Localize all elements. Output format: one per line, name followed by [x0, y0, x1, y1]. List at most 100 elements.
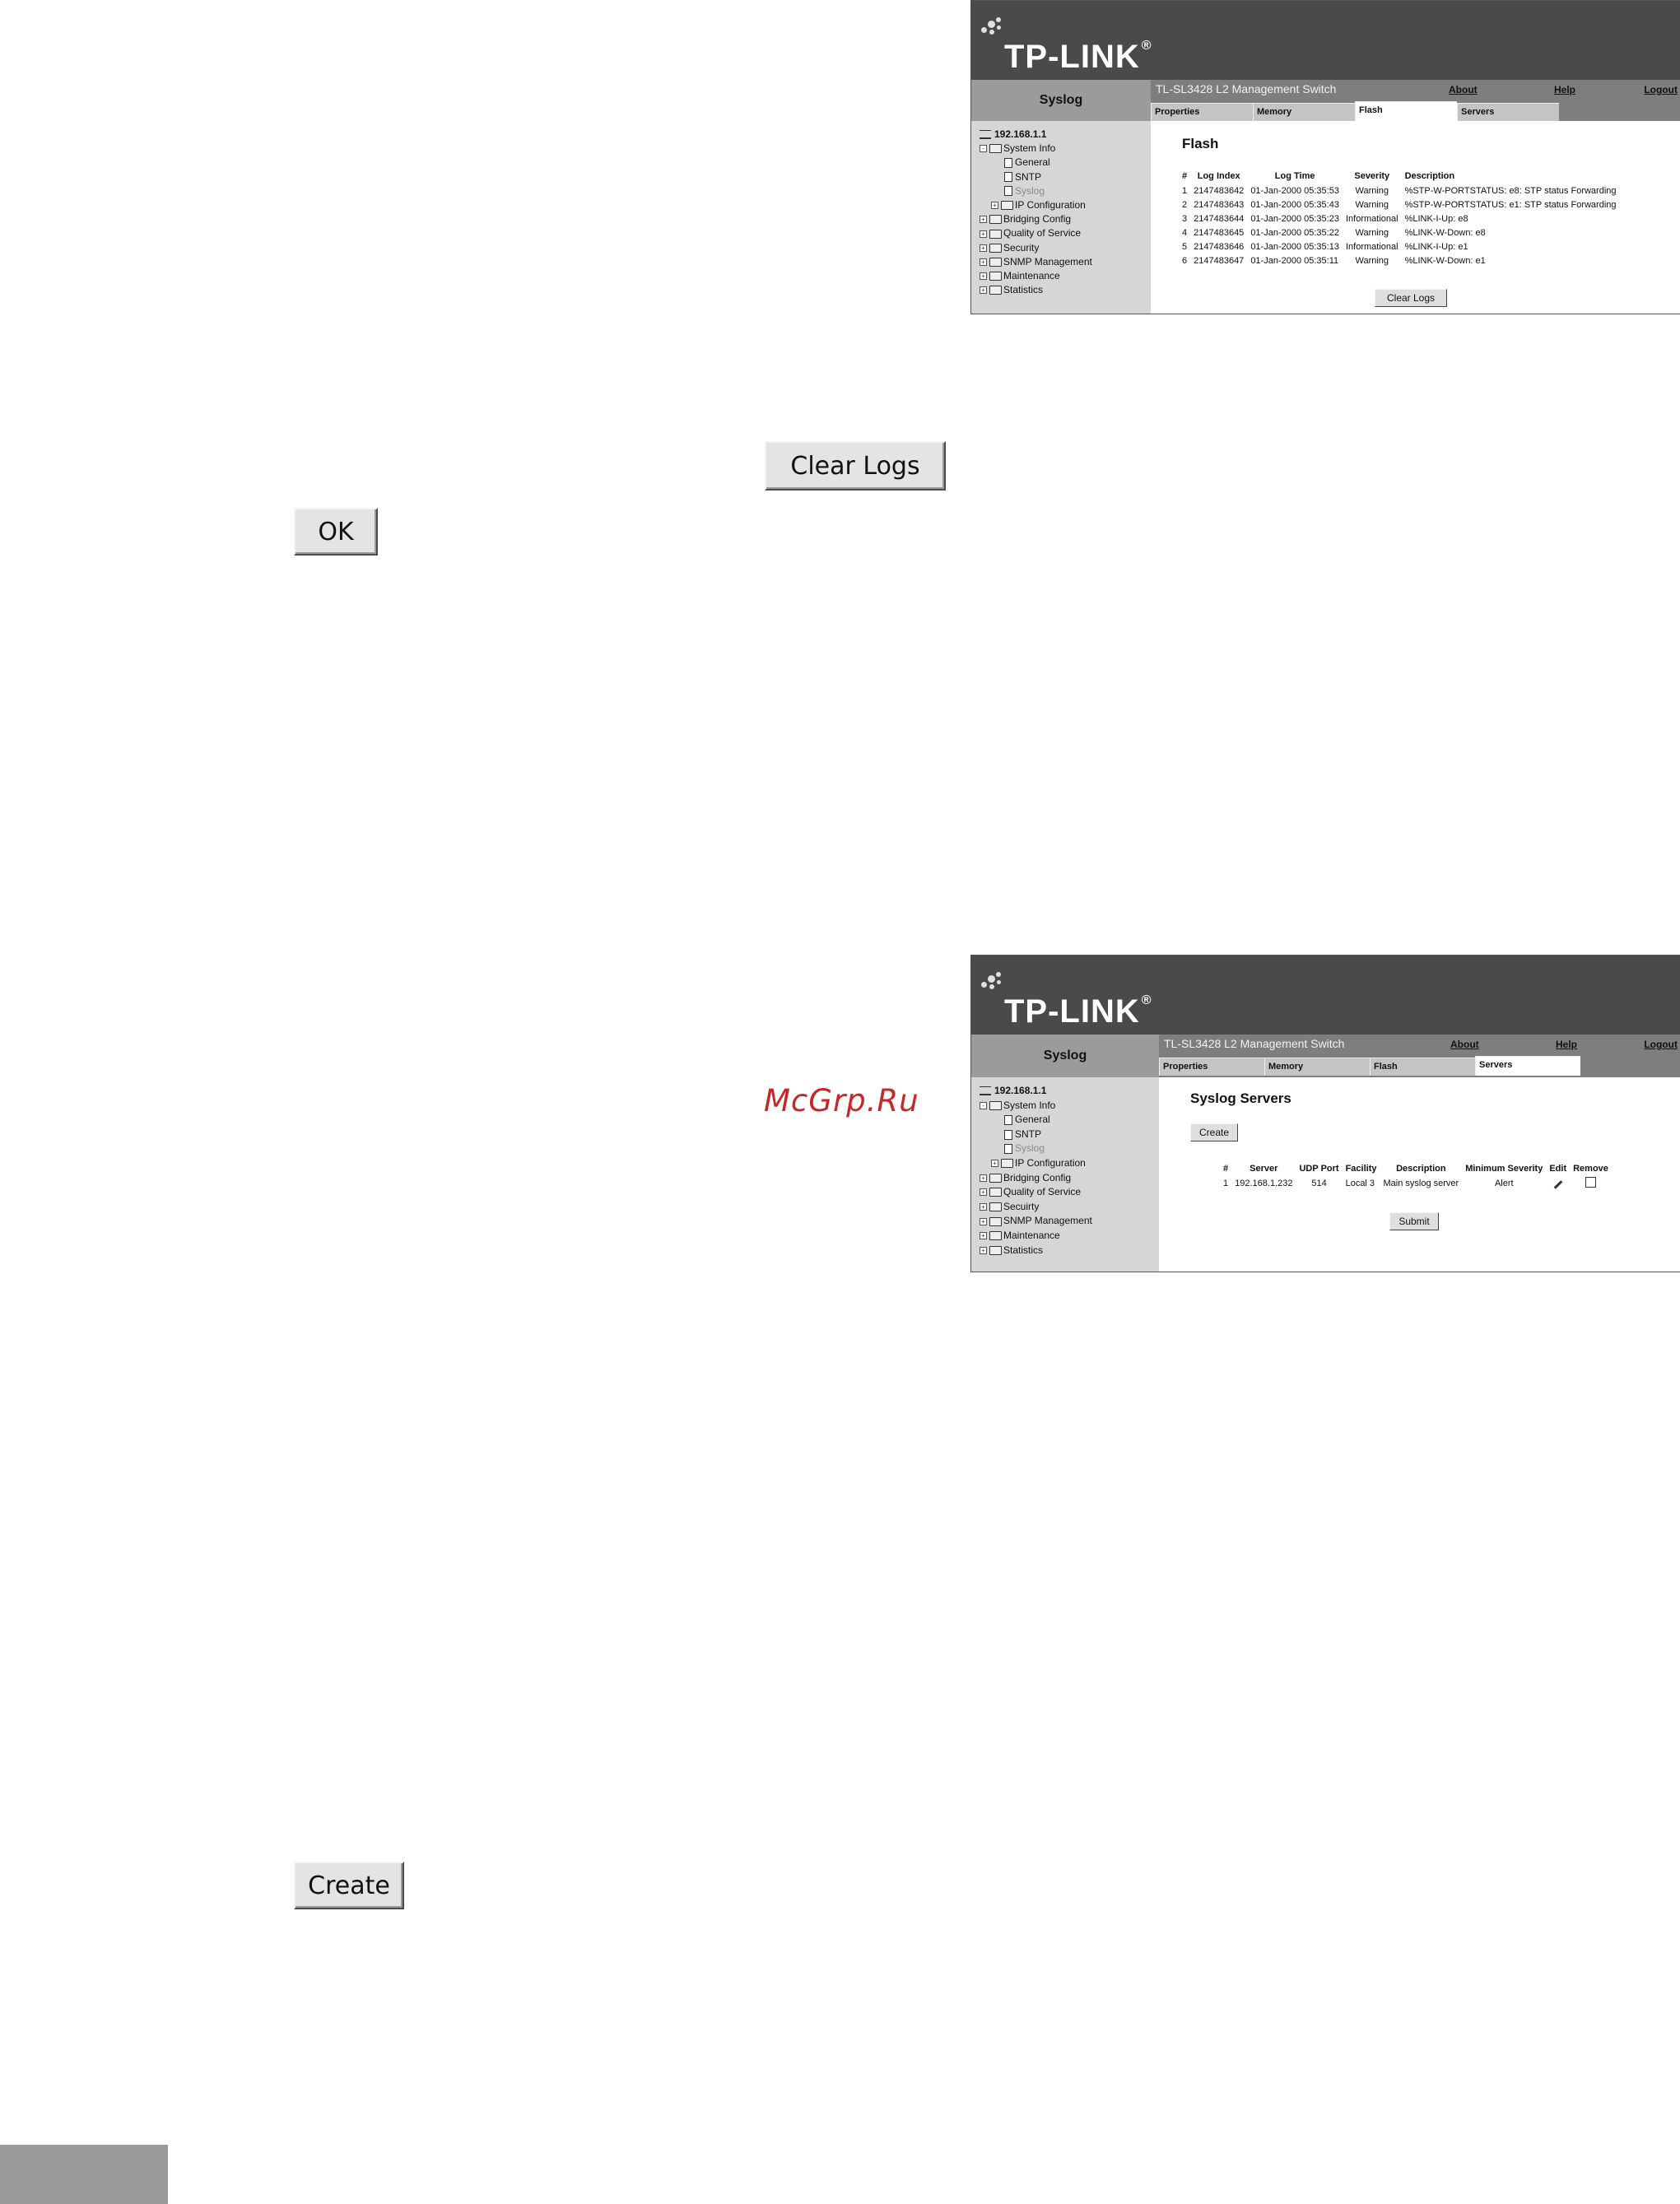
cell: 01-Jan-2000 05:35:23: [1250, 213, 1339, 224]
table-row: 6 2147483647 01-Jan-2000 05:35:11 Warnin…: [1179, 253, 1620, 267]
help-link[interactable]: Help: [1554, 84, 1575, 95]
table-row: 4 2147483645 01-Jan-2000 05:35:22 Warnin…: [1179, 226, 1620, 239]
expand-icon[interactable]: +: [980, 216, 987, 224]
col-header: Log Time: [1274, 171, 1315, 181]
table-header-row: # Server UDP Port Facility Description M…: [1220, 1161, 1612, 1176]
tab-properties[interactable]: Properties: [1151, 103, 1253, 121]
title-bar: TL-SL3428 L2 Management Switch About Hel…: [1151, 80, 1680, 100]
expand-icon[interactable]: +: [980, 286, 987, 295]
page-icon: [1004, 1114, 1012, 1125]
tab-servers[interactable]: Servers: [1475, 1056, 1580, 1076]
create-button[interactable]: Create: [1190, 1123, 1238, 1142]
tree-statistics[interactable]: + Statistics: [980, 1244, 1092, 1258]
nav-tree: 192.168.1.1 - System Info General SNTP Sy…: [971, 1077, 1159, 1272]
title-bar: TL-SL3428 L2 Management Switch About Hel…: [1159, 1035, 1680, 1054]
expand-icon[interactable]: +: [980, 1232, 987, 1240]
expand-icon[interactable]: +: [980, 258, 987, 266]
tab-properties[interactable]: Properties: [1159, 1058, 1264, 1076]
remove-checkbox[interactable]: [1585, 1176, 1596, 1188]
cell: 2147483647: [1194, 255, 1245, 266]
tree-bridging-config[interactable]: + Bridging Config: [980, 212, 1092, 226]
folder-icon: [989, 1188, 1002, 1197]
page-icon: [1004, 1129, 1012, 1140]
tree-maintenance[interactable]: + Maintenance: [980, 1229, 1092, 1244]
expand-icon[interactable]: +: [980, 1246, 987, 1254]
tree-system-info[interactable]: - System Info: [980, 1099, 1092, 1114]
pencil-icon[interactable]: [1553, 1179, 1563, 1189]
tab-flash[interactable]: Flash: [1355, 101, 1457, 121]
submit-button[interactable]: Submit: [1389, 1212, 1439, 1230]
expand-icon[interactable]: +: [991, 202, 998, 210]
tp-link-logo: TP-LINK ®: [1004, 39, 1152, 75]
col-header: #: [1182, 171, 1188, 181]
expand-icon[interactable]: +: [991, 1160, 998, 1168]
tree-snmp[interactable]: + SNMP Management: [980, 255, 1092, 269]
expand-icon[interactable]: +: [980, 244, 987, 252]
tree-general[interactable]: General: [980, 1113, 1092, 1128]
tp-link-logo: TP-LINK ®: [1004, 993, 1152, 1030]
header-banner: TP-LINK ®: [971, 1, 1680, 80]
tab-memory[interactable]: Memory: [1253, 103, 1355, 121]
tree-qos[interactable]: + Quality of Service: [980, 226, 1092, 240]
tree-maintenance[interactable]: + Maintenance: [980, 269, 1092, 283]
tree-snmp[interactable]: + SNMP Management: [980, 1214, 1092, 1229]
tab-bar: Properties Memory Flash Servers: [1151, 100, 1680, 121]
logo-dots-icon: [978, 16, 1008, 45]
cell: Warning: [1355, 199, 1389, 210]
page-icon: [1004, 186, 1012, 197]
cell: 2147483643: [1194, 199, 1245, 210]
remove-cell: [1570, 1176, 1612, 1190]
tree-ip-configuration[interactable]: + IP Configuration: [980, 198, 1092, 212]
tab-servers[interactable]: Servers: [1457, 103, 1559, 121]
tree-ip-configuration[interactable]: + IP Configuration: [980, 1156, 1092, 1171]
cell: 1: [1182, 185, 1188, 196]
clear-logs-button[interactable]: Clear Logs: [1375, 289, 1447, 307]
create-button[interactable]: Create: [294, 1862, 404, 1909]
cell: 2147483642: [1194, 185, 1245, 196]
tree-statistics[interactable]: + Statistics: [980, 283, 1092, 297]
tree-syslog[interactable]: Syslog: [980, 1142, 1092, 1156]
tree-root[interactable]: 192.168.1.1: [980, 128, 1092, 142]
cell: 6: [1182, 255, 1188, 266]
tree-sntp[interactable]: SNTP: [980, 170, 1092, 184]
tree-security[interactable]: + Secuirty: [980, 1200, 1092, 1215]
logout-link[interactable]: Logout: [1644, 84, 1678, 95]
tab-flash[interactable]: Flash: [1370, 1058, 1475, 1076]
logout-link[interactable]: Logout: [1644, 1039, 1678, 1050]
expand-icon[interactable]: +: [980, 1174, 987, 1182]
tree-root[interactable]: 192.168.1.1: [980, 1084, 1092, 1099]
tree-system-info[interactable]: - System Info: [980, 142, 1092, 156]
tree-syslog[interactable]: Syslog: [980, 184, 1092, 198]
expand-icon[interactable]: +: [980, 230, 987, 238]
collapse-icon[interactable]: -: [980, 145, 987, 153]
expand-icon[interactable]: +: [980, 272, 987, 281]
col-header: Remove: [1573, 1164, 1608, 1174]
cell: %STP-W-PORTSTATUS: e8: STP status Forwar…: [1404, 185, 1617, 196]
about-link[interactable]: About: [1450, 1039, 1479, 1050]
clear-logs-button[interactable]: Clear Logs: [765, 441, 946, 491]
about-link[interactable]: About: [1449, 84, 1478, 95]
table-header-row: # Log Index Log Time Severity Descriptio…: [1179, 169, 1620, 184]
cell: 5: [1182, 241, 1188, 252]
collapse-icon[interactable]: -: [980, 1101, 987, 1109]
tree-security[interactable]: + Security: [980, 241, 1092, 255]
switch-title: TL-SL3428 L2 Management Switch: [1164, 1037, 1345, 1050]
cell: 4: [1182, 227, 1188, 238]
expand-icon[interactable]: +: [980, 1203, 987, 1211]
cell: Warning: [1355, 227, 1389, 238]
cell: %STP-W-PORTSTATUS: e1: STP status Forwar…: [1404, 199, 1617, 210]
tree-sntp[interactable]: SNTP: [980, 1128, 1092, 1142]
folder-icon: [989, 1216, 1002, 1226]
expand-icon[interactable]: +: [980, 1217, 987, 1225]
tree-general[interactable]: General: [980, 156, 1092, 170]
help-link[interactable]: Help: [1556, 1039, 1577, 1050]
col-header: Minimum Severity: [1465, 1164, 1543, 1174]
tab-memory[interactable]: Memory: [1264, 1058, 1370, 1076]
tree-qos[interactable]: + Quality of Service: [980, 1185, 1092, 1200]
expand-icon[interactable]: +: [980, 1188, 987, 1197]
tree-bridging-config[interactable]: + Bridging Config: [980, 1171, 1092, 1186]
cell: 2147483644: [1194, 213, 1245, 224]
col-header: Severity: [1354, 171, 1390, 181]
col-header: Facility: [1345, 1164, 1377, 1174]
ok-button[interactable]: OK: [294, 508, 378, 556]
